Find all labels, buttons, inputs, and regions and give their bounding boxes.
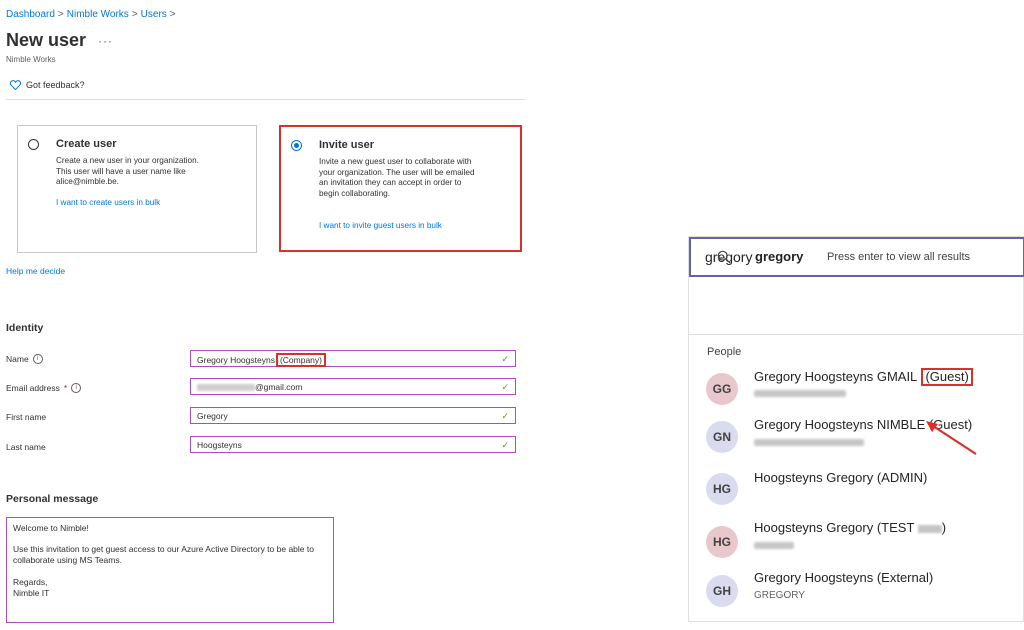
divider bbox=[6, 99, 526, 100]
person-result[interactable]: HG Hoogsteyns Gregory (ADMIN) bbox=[689, 463, 1024, 515]
first-name-field[interactable]: Gregory ✓ bbox=[190, 407, 516, 424]
person-name: Gregory Hoogsteyns (External) bbox=[754, 570, 934, 585]
redacted-email bbox=[754, 542, 794, 549]
breadcrumb-separator: > bbox=[131, 9, 138, 20]
email-field[interactable]: @gmail.com ✓ bbox=[190, 378, 516, 395]
message-line: Nimble IT bbox=[13, 588, 50, 598]
help-me-decide-link[interactable]: Help me decide bbox=[6, 266, 65, 276]
person-subtitle: GREGORY bbox=[754, 590, 805, 601]
breadcrumb-separator: > bbox=[169, 9, 176, 20]
person-name: Hoogsteyns Gregory (TEST ) bbox=[754, 520, 946, 535]
person-email bbox=[754, 438, 864, 449]
redacted-email bbox=[754, 390, 846, 397]
person-result[interactable]: GG Gregory Hoogsteyns GMAIL (Guest) bbox=[689, 362, 1024, 414]
avatar: GG bbox=[706, 373, 738, 405]
first-name-label-text: First name bbox=[6, 412, 47, 422]
avatar: GH bbox=[706, 575, 738, 607]
required-marker: * bbox=[63, 383, 68, 393]
person-name-text: Hoogsteyns Gregory (TEST bbox=[754, 520, 915, 535]
feedback-label: Got feedback? bbox=[26, 80, 85, 90]
first-name-label: First name bbox=[6, 412, 46, 422]
create-user-radio[interactable] bbox=[28, 139, 39, 150]
page-title: New user bbox=[6, 30, 87, 50]
message-line: Welcome to Nimble! bbox=[13, 523, 89, 533]
breadcrumb-separator: > bbox=[57, 9, 64, 20]
check-icon: ✓ bbox=[501, 411, 509, 421]
create-users-bulk-link[interactable]: I want to create users in bulk bbox=[56, 198, 160, 207]
redacted-email bbox=[754, 439, 864, 446]
search-hint: Press enter to view all results bbox=[827, 251, 971, 263]
invite-user-radio[interactable] bbox=[291, 140, 302, 151]
person-name-end: ) bbox=[941, 520, 947, 535]
last-name-label: Last name bbox=[6, 442, 46, 452]
name-field[interactable]: Gregory Hoogsteyns (Company) ✓ bbox=[190, 350, 516, 367]
last-name-field[interactable]: Hoogsteyns ✓ bbox=[190, 436, 516, 453]
guest-tag: (Guest) bbox=[921, 368, 973, 386]
identity-heading: Identity bbox=[6, 322, 44, 334]
info-icon[interactable]: i bbox=[32, 354, 43, 364]
check-icon: ✓ bbox=[501, 354, 509, 364]
invite-user-description: Invite a new guest user to collaborate w… bbox=[319, 157, 475, 198]
last-name-label-text: Last name bbox=[6, 442, 46, 452]
person-result[interactable]: HG Hoogsteyns Gregory (TEST ) bbox=[689, 515, 1024, 567]
avatar: HG bbox=[706, 473, 738, 505]
person-result[interactable]: GH Gregory Hoogsteyns (External) GREGORY bbox=[689, 565, 1024, 617]
avatar: HG bbox=[706, 526, 738, 558]
name-label-text: Name bbox=[6, 354, 29, 364]
create-user-option[interactable]: Create user Create a new user in your or… bbox=[17, 125, 257, 253]
more-options-icon[interactable]: ··· bbox=[98, 34, 113, 48]
people-section-label: People bbox=[707, 346, 742, 358]
email-domain: @gmail.com bbox=[255, 382, 303, 392]
name-value: Gregory Hoogsteyns bbox=[197, 355, 275, 365]
person-name-text: Gregory Hoogsteyns GMAIL bbox=[754, 369, 917, 384]
email-label: Email address * i bbox=[6, 383, 82, 393]
first-name-value: Gregory bbox=[197, 411, 228, 421]
breadcrumb-dashboard[interactable]: Dashboard bbox=[6, 9, 55, 20]
person-email bbox=[754, 541, 794, 552]
check-icon: ✓ bbox=[501, 382, 509, 392]
search-query[interactable]: gregory bbox=[755, 249, 803, 264]
email-label-text: Email address bbox=[6, 383, 60, 393]
invite-user-title: Invite user bbox=[319, 139, 375, 151]
search-icon bbox=[717, 250, 731, 264]
person-name: Hoogsteyns Gregory (ADMIN) bbox=[754, 470, 928, 485]
name-label: Name i bbox=[6, 354, 43, 364]
annotation-arrow-icon bbox=[926, 421, 977, 455]
info-icon[interactable]: i bbox=[71, 383, 82, 393]
check-icon: ✓ bbox=[501, 440, 509, 450]
invite-user-option[interactable]: Invite user Invite a new guest user to c… bbox=[279, 125, 522, 252]
feedback-button[interactable]: Got feedback? bbox=[10, 80, 85, 90]
person-email bbox=[754, 389, 846, 400]
message-line: Use this invitation to get guest access … bbox=[13, 544, 314, 565]
heart-icon bbox=[10, 80, 21, 90]
divider bbox=[689, 334, 1024, 335]
personal-message-heading: Personal message bbox=[6, 493, 99, 505]
create-user-title: Create user bbox=[56, 138, 117, 150]
message-line: Regards, bbox=[13, 577, 48, 587]
avatar: GN bbox=[706, 421, 738, 453]
breadcrumb: Dashboard > Nimble Works > Users > bbox=[6, 9, 179, 20]
breadcrumb-users[interactable]: Users bbox=[141, 9, 167, 20]
last-name-value: Hoogsteyns bbox=[197, 440, 242, 450]
personal-message-textarea[interactable]: Welcome to Nimble! Use this invitation t… bbox=[6, 517, 334, 623]
redacted-email bbox=[197, 384, 255, 392]
create-user-description: Create a new user in your organization. … bbox=[56, 156, 199, 187]
breadcrumb-nimble-works[interactable]: Nimble Works bbox=[67, 9, 129, 20]
person-name: Gregory Hoogsteyns GMAIL (Guest) bbox=[754, 368, 973, 386]
redacted-text bbox=[917, 524, 942, 533]
page-subtitle: Nimble Works bbox=[6, 55, 56, 64]
company-suffix: (Company) bbox=[275, 353, 326, 367]
invite-users-bulk-link[interactable]: I want to invite guest users in bulk bbox=[319, 221, 442, 230]
